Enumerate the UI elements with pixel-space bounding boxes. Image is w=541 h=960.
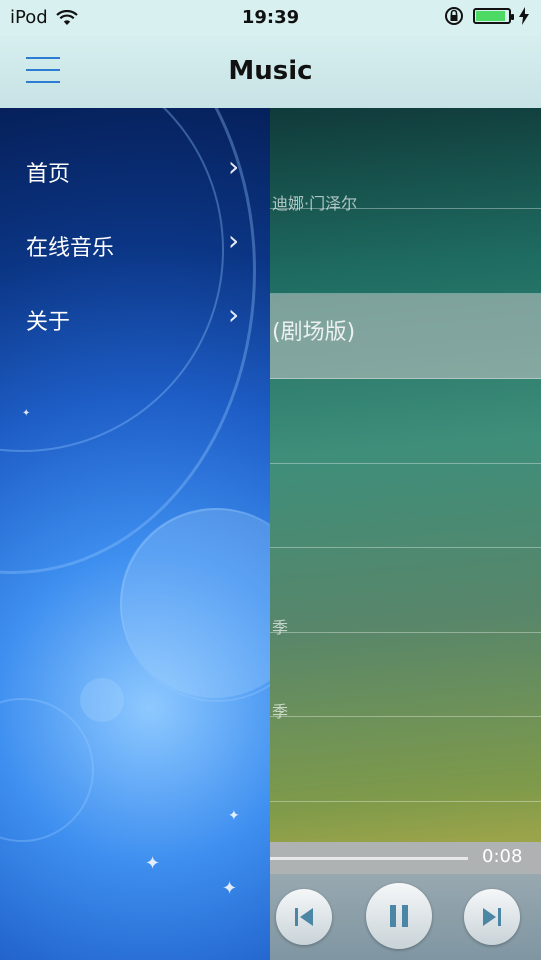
page-title: Music [228,56,313,86]
chevron-right-icon: › [228,298,240,331]
pause-icon [390,905,408,927]
sparkle-icon: ✦ [22,408,31,419]
sparkle-icon: ✦ [145,853,161,874]
song-row[interactable] [270,379,541,464]
decor-glow [120,508,270,698]
battery-icon [473,8,514,24]
navigation-bar: Music [0,36,541,108]
player-controls [270,874,541,960]
song-row-text: (剧场版) [272,320,356,345]
song-row[interactable] [270,209,541,294]
song-list: 迪娜·门泽尔 (剧场版) 季 季 [270,108,541,960]
elapsed-time: 0:08 [482,846,523,867]
decor-ring [0,698,94,842]
chevron-right-icon: › [228,224,240,257]
menu-item-home[interactable]: 首页 › [0,134,270,208]
progress-track[interactable] [270,857,468,860]
song-row[interactable] [270,463,541,548]
menu-item-online-music[interactable]: 在线音乐 › [0,208,270,282]
menu-item-label: 首页 [26,162,71,187]
rotation-lock-icon [445,7,463,25]
next-button[interactable] [464,889,520,945]
sparkle-icon: ✦ [228,808,240,824]
chevron-right-icon: › [228,150,240,183]
song-row[interactable] [270,717,541,802]
song-row[interactable]: 季 [270,548,541,637]
next-icon [483,908,501,926]
song-row-selected[interactable]: (剧场版) [270,294,541,379]
sparkle-icon: ✦ [222,878,238,899]
previous-button[interactable] [276,889,332,945]
previous-icon [295,908,313,926]
pause-button[interactable] [366,883,432,949]
playback-progress: 0:08 [270,842,541,874]
battery-fill [476,11,505,21]
decor-glow [80,678,124,722]
status-right [443,6,529,26]
side-menu: ✦ ✦ ✦ ✦ 首页 › 在线音乐 › 关于 › [0,108,270,960]
charging-icon [519,7,529,25]
song-row[interactable]: 迪娜·门泽尔 [270,124,541,213]
menu-item-label: 关于 [26,310,71,335]
menu-item-about[interactable]: 关于 › [0,282,270,356]
song-row[interactable]: 季 [270,632,541,721]
status-bar: iPod 19:39 [0,0,541,36]
menu-item-label: 在线音乐 [26,236,115,261]
